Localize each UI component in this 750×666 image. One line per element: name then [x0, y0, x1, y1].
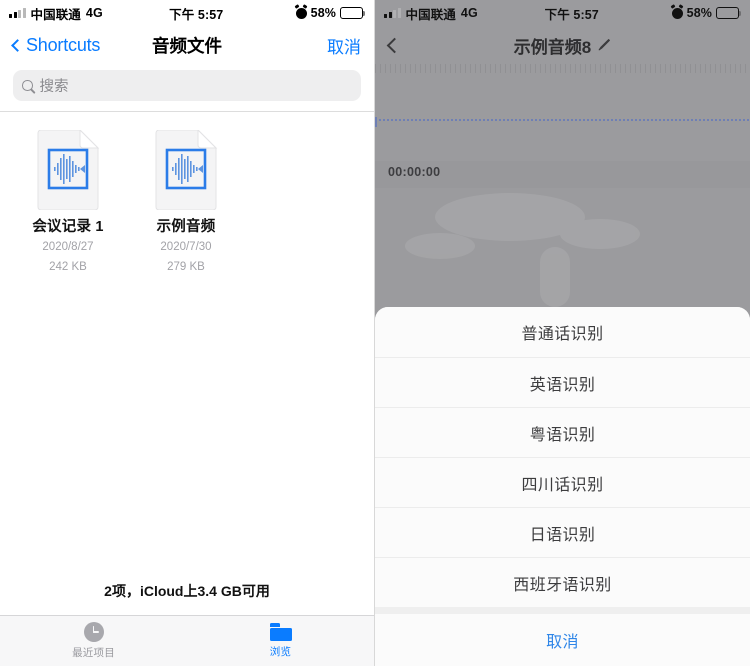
- search-icon: [22, 80, 33, 91]
- clock-icon: [83, 622, 104, 642]
- action-sheet-option-mandarin[interactable]: 普通话识别: [375, 307, 750, 357]
- action-sheet-option-sichuanese[interactable]: 四川话识别: [375, 457, 750, 507]
- action-sheet: 普通话识别 英语识别 粤语识别 四川话识别 日语识别 西班牙语识别 取消: [375, 307, 750, 666]
- audio-document-icon: [36, 130, 100, 210]
- pencil-icon[interactable]: [597, 38, 611, 52]
- file-date: 2020/7/30: [160, 241, 212, 254]
- chevron-left-icon: [11, 38, 24, 52]
- waveform-baseline: [375, 119, 750, 121]
- search-input[interactable]: 搜索: [13, 70, 361, 101]
- action-sheet-option-japanese[interactable]: 日语识别: [375, 507, 750, 557]
- alarm-clock-icon: [671, 7, 683, 19]
- tab-recents[interactable]: 最近项目: [0, 616, 187, 666]
- back-button[interactable]: Shortcuts: [11, 34, 101, 56]
- status-bar-right-group: 58%: [671, 6, 742, 20]
- navigation-bar-right: 示例音频8: [375, 26, 750, 64]
- file-grid: 会议记录 1 2020/8/27 242 KB 示例音频 2020/7/30 2…: [0, 112, 374, 581]
- background-artwork: [375, 175, 750, 307]
- status-bar-right-group: 58%: [295, 6, 366, 20]
- carrier-label: 中国联通: [30, 7, 81, 22]
- right-phone-screen: 中国联通 4G 下午 5:57 58% 示例音频8 00:00:00 普通话识别…: [375, 0, 750, 666]
- dual-phone-screenshot: 中国联通 4G 下午 5:57 58% Shortcuts 音频文件 取消 搜索: [0, 0, 750, 666]
- tab-browse-label: 浏览: [269, 646, 292, 658]
- folder-icon: [269, 623, 292, 641]
- audio-document-icon: [154, 130, 218, 210]
- status-bar-clock: 下午 5:57: [169, 7, 224, 22]
- file-name: 示例音频: [156, 219, 216, 235]
- file-size: 279 KB: [167, 260, 205, 273]
- audio-title: 示例音频8: [513, 37, 592, 57]
- status-bar-clock: 下午 5:57: [544, 7, 599, 22]
- tab-bar: 最近项目 浏览: [0, 615, 374, 666]
- battery-percent-label: 58%: [310, 6, 336, 20]
- navigation-bar-left: Shortcuts 音频文件 取消: [0, 26, 374, 64]
- battery-icon: [716, 7, 742, 19]
- battery-percent-label: 58%: [686, 6, 712, 20]
- action-sheet-option-cantonese[interactable]: 粤语识别: [375, 407, 750, 457]
- search-placeholder: 搜索: [39, 79, 69, 95]
- list-item[interactable]: 会议记录 1 2020/8/27 242 KB: [18, 130, 118, 275]
- left-phone-screen: 中国联通 4G 下午 5:57 58% Shortcuts 音频文件 取消 搜索: [0, 0, 375, 666]
- chevron-left-icon[interactable]: [386, 37, 403, 53]
- network-type-label: 4G: [460, 6, 478, 20]
- back-button-label: Shortcuts: [26, 34, 101, 55]
- status-bar-right: 中国联通 4G 下午 5:57 58%: [375, 0, 750, 26]
- action-sheet-options: 普通话识别 英语识别 粤语识别 四川话识别 日语识别 西班牙语识别: [375, 307, 750, 607]
- file-date: 2020/8/27: [42, 241, 94, 254]
- alarm-clock-icon: [295, 7, 307, 19]
- cancel-button[interactable]: 取消: [327, 33, 361, 58]
- search-bar-container: 搜索: [0, 64, 374, 111]
- timeline-ruler: [375, 64, 750, 73]
- waveform-area[interactable]: 00:00:00: [375, 73, 750, 188]
- tab-recents-label: 最近项目: [72, 647, 115, 659]
- audio-title-group: 示例音频8: [375, 33, 750, 58]
- action-sheet-cancel-button[interactable]: 取消: [375, 614, 750, 666]
- action-sheet-option-spanish[interactable]: 西班牙语识别: [375, 557, 750, 607]
- file-name: 会议记录 1: [32, 219, 104, 235]
- status-bar-left: 中国联通 4G 下午 5:57 58%: [0, 0, 374, 26]
- action-sheet-option-english[interactable]: 英语识别: [375, 357, 750, 407]
- signal-bars-icon: [9, 8, 26, 18]
- list-item[interactable]: 示例音频 2020/7/30 279 KB: [136, 130, 236, 275]
- file-size: 242 KB: [49, 260, 87, 273]
- signal-bars-icon: [384, 8, 401, 18]
- status-bar-left-group: 中国联通 4G: [384, 4, 478, 23]
- tab-browse[interactable]: 浏览: [187, 616, 374, 666]
- carrier-label: 中国联通: [405, 7, 456, 22]
- network-type-label: 4G: [85, 6, 103, 20]
- battery-icon: [340, 7, 366, 19]
- storage-status-label: 2项，iCloud上3.4 GB可用: [104, 583, 270, 599]
- status-bar-left-group: 中国联通 4G: [9, 4, 103, 23]
- action-sheet-separator: [375, 607, 750, 614]
